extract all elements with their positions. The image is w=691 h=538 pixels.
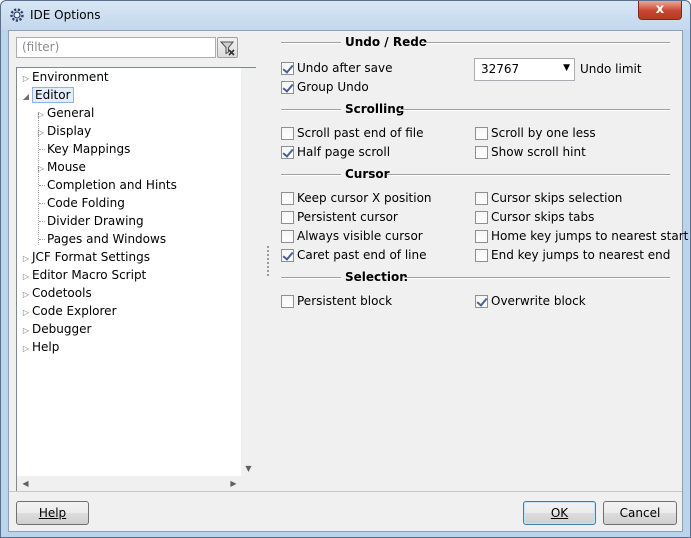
scrollbar-corner [241,476,256,491]
section-divider [281,174,341,176]
tree-connector-line [39,203,45,204]
tree-item-debugger[interactable]: ▷ Debugger [20,320,91,338]
tree-connector-line [39,149,45,150]
undo-limit-label: Undo limit [580,62,642,76]
tree-item-code-folding[interactable]: Code Folding [47,194,125,212]
triangle-right-icon[interactable]: ▷ [20,340,32,358]
tree-item-editor-macro[interactable]: ▷ Editor Macro Script [20,266,146,284]
section-divider [404,277,670,279]
checkbox-box[interactable] [281,211,294,224]
tree-item-codetools[interactable]: ▷ Codetools [20,284,92,302]
checkbox-box[interactable] [281,230,294,243]
tree-item-code-explorer[interactable]: ▷ Code Explorer [20,302,117,320]
section-divider [421,42,670,44]
scroll-left-icon[interactable]: ◀ [18,476,33,491]
tree-horizontal-scrollbar[interactable]: ◀ ▶ [17,476,241,491]
tree-connector-line [39,185,45,186]
tree-item-mouse[interactable]: ▷ Mouse [35,158,86,176]
checkbox-box[interactable] [475,249,488,262]
help-button[interactable]: Help [16,501,89,525]
ide-options-window: IDE Options x (filter) ▷ Environment ◢ E… [0,0,691,538]
undo-limit-combobox[interactable]: 32767 ▼ [474,58,575,81]
scroll-down-icon[interactable]: ▼ [241,461,256,476]
checkbox-box[interactable] [281,146,294,159]
tree-item-display[interactable]: ▷ Display [35,122,91,140]
checkbox-box[interactable] [475,211,488,224]
filter-clear-icon [218,41,237,60]
triangle-right-icon[interactable]: ▷ [35,160,47,178]
section-undo-redo-title: Undo / Redo [345,35,428,49]
checkbox-box[interactable] [281,127,294,140]
section-divider [387,174,670,176]
section-divider [281,277,341,279]
filter-placeholder: (filter) [22,40,60,54]
section-cursor-title: Cursor [345,167,390,181]
scroll-right-icon[interactable]: ▶ [226,476,241,491]
checkbox-box[interactable] [475,146,488,159]
triangle-down-icon[interactable]: ◢ [20,88,32,106]
checkbox-box[interactable] [281,295,294,308]
checkbox-box[interactable] [475,192,488,205]
checkbox-box[interactable] [281,62,294,75]
window-title: IDE Options [30,8,101,22]
close-icon: x [655,2,665,17]
cancel-button[interactable]: Cancel [603,501,677,525]
tree-connector-line [39,239,45,240]
tree-item-help[interactable]: ▷ Help [20,338,59,356]
section-divider [400,109,670,111]
dialog-client-area: (filter) ▷ Environment ◢ Editor ▷ General [8,30,688,532]
tree-vertical-scrollbar[interactable]: ▼ [241,68,256,476]
section-selection-title: Selection [345,270,408,284]
close-button[interactable]: x [638,1,682,20]
section-scrolling-title: Scrolling [345,102,405,116]
button-bar-divider [9,491,682,492]
section-divider [281,109,341,111]
title-bar[interactable]: IDE Options x [1,1,690,30]
splitter-grip[interactable] [267,246,269,276]
triangle-right-icon[interactable]: ▷ [35,124,47,142]
tree-item-general[interactable]: ▷ General [35,104,94,122]
checkbox-box[interactable] [475,127,488,140]
undo-limit-value: 32767 [481,62,520,76]
tree-item-completion-hints[interactable]: Completion and Hints [47,176,177,194]
chevron-down-icon[interactable]: ▼ [563,63,570,73]
tree-connector-line [39,221,45,222]
tree-item-pages-windows[interactable]: Pages and Windows [47,230,166,248]
tree-item-editor[interactable]: ◢ Editor [20,86,74,104]
checkbox-box[interactable] [281,81,294,94]
filter-clear-button[interactable] [217,37,238,58]
checkbox-box[interactable] [281,249,294,262]
options-tree[interactable]: ▷ Environment ◢ Editor ▷ General ▷ Display K… [16,67,256,492]
tree-item-environment[interactable]: ▷ Environment [20,68,109,86]
gear-icon [9,7,25,23]
checkbox-box[interactable] [475,295,488,308]
section-divider [281,42,341,44]
tree-item-key-mappings[interactable]: Key Mappings [47,140,130,158]
ok-button[interactable]: OK [523,501,596,525]
tree-item-jcf-format[interactable]: ▷ JCF Format Settings [20,248,150,266]
filter-input[interactable]: (filter) [16,37,216,58]
checkbox-box[interactable] [475,230,488,243]
checkbox-box[interactable] [281,192,294,205]
tree-item-divider-drawing[interactable]: Divider Drawing [47,212,144,230]
